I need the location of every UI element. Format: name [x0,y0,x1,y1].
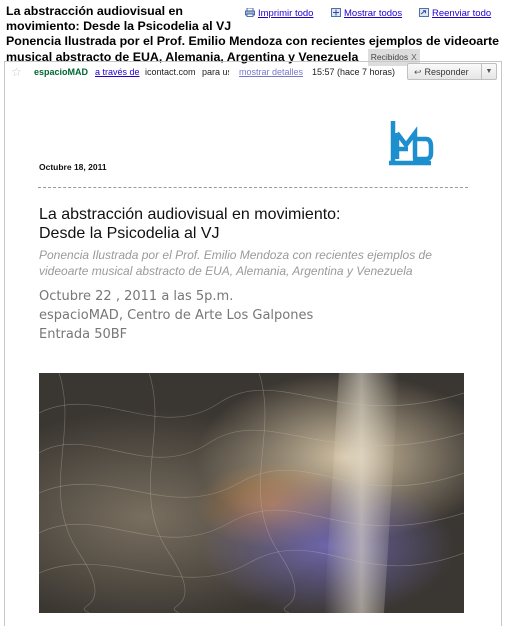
recipient-text: para usted [202,67,229,77]
reply-label: ↩ Responder [414,67,469,78]
event-venue: espacioMAD, Centro de Arte Los Galpones [39,308,314,323]
newsletter-date: Octubre 18, 2011 [39,162,107,172]
print-all-label: Imprimir todo [258,8,314,19]
sender-domain: icontact.com [145,67,196,77]
reply-text: Responder [424,67,469,77]
via-link[interactable]: a través de [95,67,140,77]
sender-name[interactable]: espacioMAD [34,67,88,77]
forward-icon [419,8,429,17]
event-title: La abstracción audiovisual en movimiento… [39,205,479,243]
subject-line-2: Ponencia Ilustrada por el Prof. Emilio M… [6,34,500,64]
event-info: Octubre 22 , 2011 a las 5p.m. espacioMAD… [39,287,313,344]
reply-button[interactable]: ↩ Responder ▼ [407,63,497,80]
event-subtitle: Ponencia Ilustrada por el Prof. Emilio M… [39,248,432,278]
event-title-line-1: La abstracción audiovisual en movimiento… [39,206,341,223]
show-details-link[interactable]: mostrar detalles [239,67,303,77]
subject-line-1: La abstracción audiovisual en movimiento… [6,4,232,33]
reply-arrow-icon: ↩ [414,67,422,77]
event-date-time: Octubre 22 , 2011 a las 5p.m. [39,289,234,304]
dropdown-icon[interactable]: ▼ [481,64,496,79]
print-all-link[interactable]: Imprimir todo [245,8,313,19]
forward-all-link[interactable]: Reenviar todo [419,8,491,19]
event-image [39,373,464,613]
expand-all-link[interactable]: Mostrar todos [331,8,402,19]
thread-actions: Imprimir todo Mostrar todos Reenviar tod… [245,8,505,22]
espaciomad-logo [389,121,434,166]
abstract-artwork-image [39,373,464,613]
event-entry: Entrada 50BF [39,327,128,342]
expand-icon [331,8,341,17]
expand-all-label: Mostrar todos [344,8,403,19]
printer-icon [245,8,255,17]
forward-all-label: Reenviar todo [432,8,492,19]
message-header: ☆ espacioMAD a través de icontact.com pa… [5,62,501,84]
message-card: ☆ espacioMAD a través de icontact.com pa… [4,61,502,626]
message-time: 15:57 (hace 7 horas) [312,67,396,77]
star-icon[interactable]: ☆ [11,65,22,79]
event-title-line-2: Desde la Psicodelia al VJ [39,225,220,242]
divider [38,187,468,188]
